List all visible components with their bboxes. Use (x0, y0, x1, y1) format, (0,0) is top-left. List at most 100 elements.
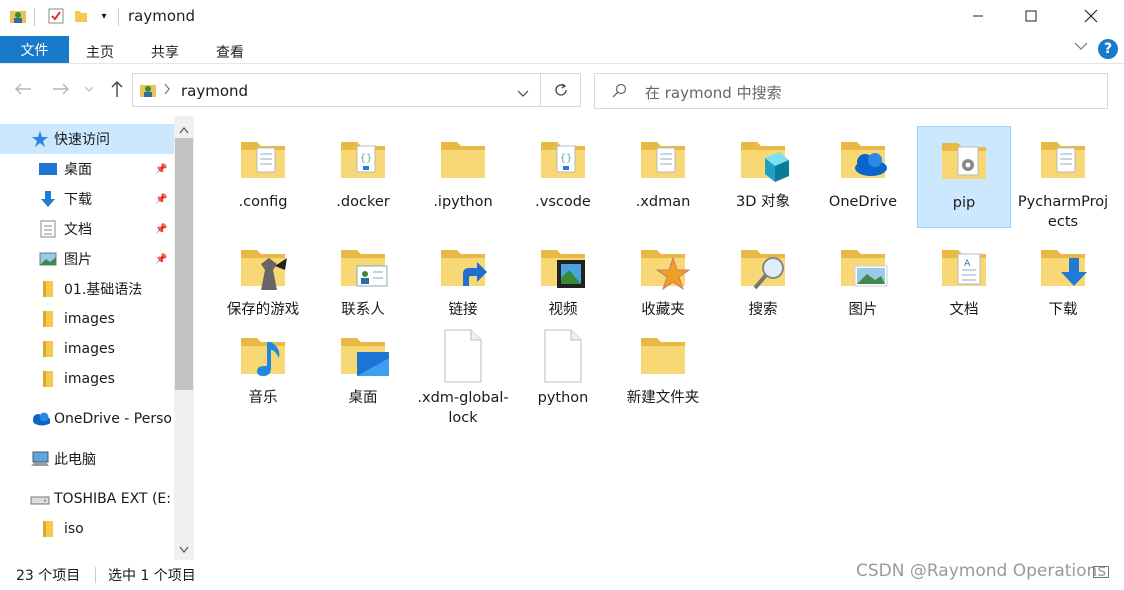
scroll-up-icon[interactable] (179, 122, 189, 138)
close-button[interactable] (1063, 0, 1119, 32)
svg-text:A: A (964, 259, 971, 269)
tab-home[interactable]: 主页 (86, 42, 114, 62)
customize-toolbar-icon[interactable]: ▾ (94, 6, 114, 26)
nav-item[interactable]: images (0, 334, 174, 364)
folder-icon (435, 132, 491, 188)
item-name: .docker (336, 194, 390, 210)
item-count: 23 个项目 (16, 568, 81, 584)
folder-item[interactable]: {} .docker (316, 126, 410, 228)
onedrive-icon (30, 409, 50, 429)
folder-item[interactable]: 图片 (816, 234, 910, 336)
refresh-button[interactable] (541, 73, 581, 107)
folder-item[interactable]: .config (216, 126, 310, 228)
svg-text:{}: {} (360, 153, 373, 164)
folder-item[interactable]: 桌面 (316, 322, 410, 424)
folder-icon (735, 132, 791, 188)
forward-button[interactable] (50, 78, 72, 100)
folder-icon (38, 339, 58, 359)
item-name: 视频 (548, 302, 578, 318)
nav-item-label: 下载 (64, 192, 92, 208)
breadcrumb[interactable]: raymond (181, 82, 248, 100)
folder-item[interactable]: {} .vscode (516, 126, 610, 228)
item-name: 3D 对象 (736, 194, 790, 210)
nav-item[interactable]: images (0, 304, 174, 334)
folder-item[interactable]: .xdman (616, 126, 710, 228)
new-folder-icon[interactable] (71, 6, 91, 26)
scroll-down-icon[interactable] (179, 542, 189, 558)
nav-item[interactable]: TOSHIBA EXT (E: (0, 484, 174, 514)
folder-item[interactable]: 链接 (416, 234, 510, 336)
download-icon (38, 189, 58, 209)
minimize-button[interactable] (950, 0, 1006, 32)
scrollbar-thumb[interactable] (175, 138, 193, 390)
folder-icon (435, 240, 491, 296)
nav-item[interactable]: 下载 📌 (0, 184, 174, 214)
item-name: .xdm-global-lock (417, 390, 509, 426)
folder-icon (635, 328, 691, 384)
nav-item[interactable]: images (0, 364, 174, 394)
folder-item[interactable]: 下载 (1016, 234, 1110, 336)
nav-item-label: images (64, 371, 115, 387)
file-item[interactable]: .xdm-global-lock (416, 322, 510, 426)
recent-locations-icon[interactable] (82, 78, 96, 100)
help-icon[interactable]: ? (1098, 39, 1118, 59)
nav-item[interactable]: 01.基础语法 (0, 274, 174, 304)
file-item[interactable]: python (516, 322, 610, 424)
folder-item[interactable]: 3D 对象 (716, 126, 810, 228)
item-name: python (537, 390, 589, 406)
folder-item[interactable]: OneDrive (816, 126, 910, 228)
folder-item[interactable]: 新建文件夹 (616, 322, 710, 424)
breadcrumb-chevron-icon[interactable] (163, 81, 171, 101)
folder-icon (38, 519, 58, 539)
expand-ribbon-icon[interactable] (1074, 40, 1088, 54)
folder-item[interactable]: 联系人 (316, 234, 410, 336)
folder-item[interactable]: 视频 (516, 234, 610, 336)
folder-item[interactable]: 保存的游戏 (216, 234, 310, 336)
item-name: PycharmProjects (1017, 194, 1109, 230)
properties-icon[interactable] (46, 6, 66, 26)
folder-icon (235, 240, 291, 296)
drive-icon (30, 489, 50, 509)
nav-item-label: iso (64, 521, 84, 537)
nav-item[interactable]: 桌面 📌 (0, 154, 174, 184)
nav-item[interactable]: 快速访问 (0, 124, 174, 154)
item-name: 收藏夹 (641, 302, 685, 318)
item-name: 桌面 (348, 390, 378, 406)
folder-item[interactable]: 音乐 (216, 322, 310, 424)
user-folder-icon (139, 81, 157, 103)
svg-text:{}: {} (560, 153, 573, 164)
address-bar[interactable]: raymond (132, 73, 541, 107)
folder-icon (235, 328, 291, 384)
details-view-icon[interactable] (1093, 566, 1109, 578)
folder-item[interactable]: A 文档 (917, 234, 1011, 336)
nav-item[interactable]: OneDrive - Perso (0, 404, 174, 434)
address-dropdown-icon[interactable] (517, 86, 529, 102)
folder-item[interactable]: .ipython (416, 126, 510, 228)
folder-item[interactable]: 搜索 (716, 234, 810, 336)
back-button[interactable] (12, 78, 34, 100)
nav-item[interactable]: 文档 📌 (0, 214, 174, 244)
maximize-button[interactable] (1003, 0, 1059, 32)
folder-item[interactable]: 收藏夹 (616, 234, 710, 336)
tab-file[interactable]: 文件 (0, 36, 69, 63)
folder-icon (835, 132, 891, 188)
tab-view[interactable]: 查看 (216, 42, 244, 62)
computer-icon (30, 449, 50, 469)
folder-icon (38, 369, 58, 389)
nav-item[interactable]: 图片 📌 (0, 244, 174, 274)
nav-item[interactable]: 此电脑 (0, 444, 174, 474)
file-icon (435, 328, 491, 384)
folder-icon (235, 132, 291, 188)
folder-icon (936, 133, 992, 189)
tab-share[interactable]: 共享 (151, 42, 179, 62)
up-button[interactable] (106, 78, 128, 100)
search-input[interactable]: 在 raymond 中搜索 (594, 73, 1108, 109)
item-name: 新建文件夹 (626, 390, 700, 406)
folder-item[interactable]: PycharmProjects (1016, 126, 1110, 230)
star-icon (30, 129, 50, 149)
folder-item[interactable]: pip (917, 126, 1011, 228)
folder-icon (635, 240, 691, 296)
search-placeholder: 在 raymond 中搜索 (645, 84, 782, 102)
nav-item-label: 图片 (64, 252, 92, 268)
nav-item[interactable]: iso (0, 514, 174, 544)
